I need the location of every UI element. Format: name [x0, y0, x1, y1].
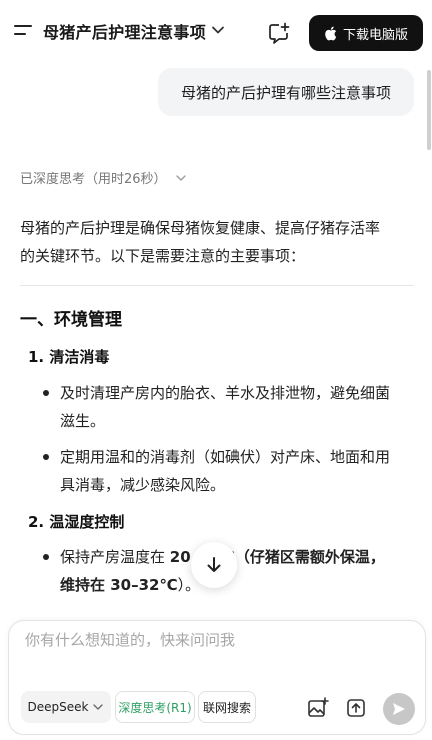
new-chat-icon[interactable] [268, 22, 290, 44]
file-upload-icon[interactable] [345, 697, 367, 719]
download-desktop-button[interactable]: 下载电脑版 [309, 15, 423, 51]
send-button[interactable] [383, 693, 415, 725]
bullet-text: 保持产房温度在 [60, 548, 170, 566]
chevron-down-icon [93, 704, 104, 710]
chat-input-box: DeepSeek 深度思考(R1) 联网搜索 [8, 620, 426, 735]
thinking-toggle[interactable]: 已深度思考（用时26秒） [20, 168, 187, 187]
deep-think-toggle[interactable]: 深度思考(R1) [115, 691, 195, 723]
bullet-text: 具消毒，减少感染风险。 [60, 476, 226, 494]
bullet-text: 定期用温和的消毒剂（如碘伏）对产床、地面和用 [60, 448, 391, 466]
menu-icon[interactable] [14, 22, 34, 40]
image-upload-icon[interactable] [307, 697, 329, 719]
top-bar: 母猪产后护理注意事项 下载电脑版 [0, 0, 432, 64]
chat-input[interactable] [25, 631, 405, 649]
thinking-label: 已深度思考（用时26秒） [20, 172, 167, 187]
bullet-text-bold: 20 [169, 548, 191, 566]
answer-intro: 母猪的产后护理是确保母猪恢复健康、提高仔猪存活率 的关键环节。以下是需要注意的主… [20, 214, 412, 270]
list-item: 及时清理产房内的胎衣、羊水及排泄物，避免细菌 滋生。 [43, 379, 413, 435]
bullet-text: 及时清理产房内的胎衣、羊水及排泄物，避免细菌 [60, 384, 391, 402]
user-message-bubble: 母猪的产后护理有哪些注意事项 [158, 68, 414, 116]
bullet-dot [43, 554, 49, 560]
answer-intro-line: 的关键环节。以下是需要注意的主要事项： [20, 247, 306, 265]
section-heading: 一、环境管理 [20, 310, 122, 330]
model-selector[interactable]: DeepSeek [21, 691, 111, 723]
chevron-down-icon [175, 174, 186, 181]
bullet-dot [43, 390, 49, 396]
download-label: 下载电脑版 [342, 27, 408, 43]
list-item-title: 1. 清洁消毒 [28, 348, 110, 366]
model-label: DeepSeek [27, 700, 89, 714]
send-icon [393, 703, 405, 715]
arrow-down-icon [207, 557, 221, 572]
web-search-toggle[interactable]: 联网搜索 [198, 691, 256, 723]
answer-intro-line: 母猪的产后护理是确保母猪恢复健康、提高仔猪存活率 [20, 219, 381, 237]
bullet-text-bold: 维持在 30–32℃ [60, 576, 178, 594]
divider [20, 285, 414, 286]
apple-icon [325, 26, 337, 40]
bullet-text: 滋生。 [60, 412, 106, 430]
list-item: 定期用温和的消毒剂（如碘伏）对产床、地面和用 具消毒，减少感染风险。 [43, 443, 413, 499]
scroll-to-bottom-button[interactable] [191, 542, 237, 588]
bullet-dot [43, 454, 49, 460]
list-item-title: 2. 温湿度控制 [28, 513, 125, 531]
chevron-down-icon[interactable] [211, 23, 225, 37]
bullet-text-bold: ℃（仔猪区需额外保温， [216, 548, 385, 566]
chat-title[interactable]: 母猪产后护理注意事项 [43, 19, 206, 43]
scrollbar[interactable] [427, 70, 431, 150]
